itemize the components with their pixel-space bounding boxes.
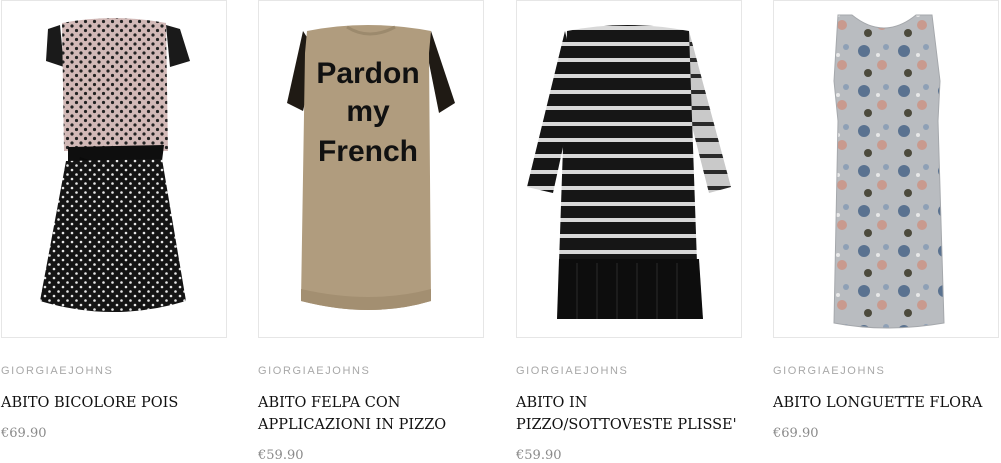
product-brand: GIORGIAEJOHNS [516, 365, 629, 377]
floral-dress-image [833, 14, 945, 329]
product-card[interactable]: GIORGIAEJOHNS ABITO BICOLORE POIS €69.90 [1, 0, 229, 441]
sweatshirt-dress-image: Pardon my French [287, 25, 455, 310]
product-image-link[interactable] [1, 0, 227, 338]
product-image-link[interactable] [516, 0, 742, 338]
print-line: Pardon [316, 57, 419, 90]
product-brand: GIORGIAEJOHNS [773, 365, 886, 377]
dress-polka-dot-image [40, 18, 190, 312]
product-image-link[interactable]: Pardon my French [258, 0, 484, 338]
product-title[interactable]: ABITO LONGUETTE FLORA [773, 392, 1001, 414]
product-title[interactable]: ABITO IN PIZZO/SOTTOVESTE PLISSE' [516, 392, 748, 436]
product-price: €69.90 [1, 426, 47, 441]
product-brand: GIORGIAEJOHNS [258, 365, 371, 377]
product-title[interactable]: ABITO FELPA CON APPLICAZIONI IN PIZZO [258, 392, 490, 436]
product-card[interactable]: GIORGIAEJOHNS ABITO IN PIZZO/SOTTOVESTE … [516, 0, 744, 463]
product-price: €59.90 [258, 448, 304, 463]
product-title[interactable]: ABITO BICOLORE POIS [1, 392, 233, 414]
lace-dress-image [527, 25, 731, 319]
print-line: French [318, 135, 418, 168]
product-price: €59.90 [516, 448, 562, 463]
product-image-link[interactable] [773, 0, 999, 338]
product-grid: GIORGIAEJOHNS ABITO BICOLORE POIS €69.90… [0, 0, 1001, 463]
product-brand: GIORGIAEJOHNS [1, 365, 114, 377]
product-card[interactable]: Pardon my French GIORGIAEJOHNS ABITO FEL… [258, 0, 486, 463]
product-price: €69.90 [773, 426, 819, 441]
print-line: my [346, 95, 390, 128]
product-card[interactable]: GIORGIAEJOHNS ABITO LONGUETTE FLORA €69.… [773, 0, 1001, 441]
